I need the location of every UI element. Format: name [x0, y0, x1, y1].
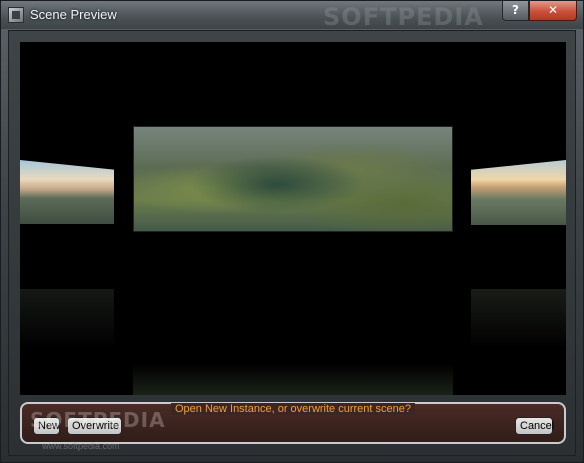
cancel-button[interactable]: Cancel — [515, 417, 554, 435]
scene-preview-window: Scene Preview SOFTPEDIA ? ✕ Open New Ins… — [0, 0, 584, 463]
close-icon: ✕ — [547, 3, 559, 17]
watermark-text: SOFTPEDIA — [323, 3, 484, 31]
reflection-left — [20, 289, 114, 349]
title-bar[interactable]: Scene Preview SOFTPEDIA ? ✕ — [1, 1, 583, 31]
close-button[interactable]: ✕ — [529, 1, 577, 21]
scene-viewport[interactable] — [20, 42, 566, 395]
app-icon[interactable] — [8, 7, 24, 23]
window-title: Scene Preview — [30, 7, 117, 22]
scene-thumbnail-left[interactable] — [20, 160, 114, 224]
watermark-url: www.softpedia.com — [42, 441, 120, 451]
reflection-center — [133, 364, 453, 395]
reflection-right — [471, 289, 566, 349]
help-button[interactable]: ? — [502, 1, 529, 21]
watermark-logo: SOFTPEDIA — [30, 408, 166, 432]
scene-thumbnail-right[interactable] — [471, 160, 566, 225]
scene-thumbnail-center[interactable] — [133, 126, 453, 232]
